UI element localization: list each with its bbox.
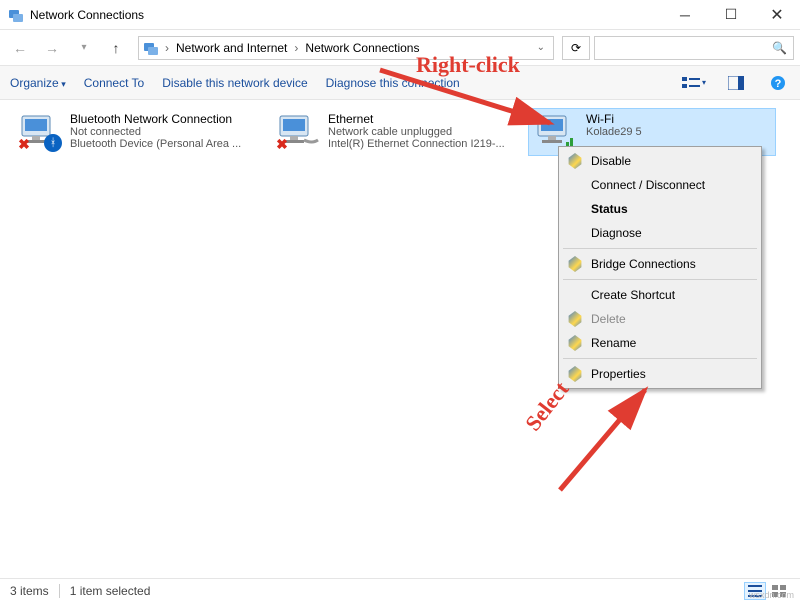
back-button[interactable]: ←: [6, 34, 34, 62]
up-button[interactable]: ↑: [102, 34, 130, 62]
connect-to-button[interactable]: Connect To: [84, 76, 145, 90]
adapter-name: Bluetooth Network Connection: [70, 112, 256, 126]
control-panel-icon: [143, 40, 159, 56]
menu-rename[interactable]: Rename: [561, 331, 759, 355]
breadcrumb-sep: ›: [294, 41, 298, 55]
selection-count: 1 item selected: [70, 584, 151, 598]
error-badge-icon: ✖: [16, 136, 32, 152]
status-divider: [59, 584, 60, 598]
window-controls: ─ ☐ ✕: [662, 0, 800, 29]
menu-create-shortcut[interactable]: Create Shortcut: [561, 283, 759, 307]
menu-separator: [563, 279, 757, 280]
svg-text:?: ?: [775, 78, 782, 90]
bluetooth-badge-icon: ᚼ: [44, 134, 62, 152]
preview-pane-button[interactable]: [724, 71, 748, 95]
minimize-button[interactable]: ─: [662, 0, 708, 29]
search-icon: 🔍: [772, 41, 787, 55]
organize-menu[interactable]: Organize: [10, 76, 66, 90]
menu-bridge-connections[interactable]: Bridge Connections: [561, 252, 759, 276]
address-bar[interactable]: › Network and Internet › Network Connect…: [138, 36, 554, 60]
adapter-device: Intel(R) Ethernet Connection I219-...: [328, 138, 514, 150]
app-icon: [8, 7, 24, 23]
adapter-name: Wi-Fi: [586, 112, 772, 126]
adapter-status: Kolade29 5: [586, 126, 772, 138]
adapter-status: Not connected: [70, 126, 256, 138]
adapter-device: Bluetooth Device (Personal Area ...: [70, 138, 256, 150]
item-count: 3 items: [10, 584, 49, 598]
disable-device-button[interactable]: Disable this network device: [162, 76, 307, 90]
bluetooth-adapter-icon: ✖ ᚼ: [16, 112, 62, 152]
breadcrumb-network-and-internet[interactable]: Network and Internet: [173, 39, 290, 57]
watermark: wsxdn.com: [749, 590, 794, 600]
adapter-status: Network cable unplugged: [328, 126, 514, 138]
command-bar: Organize Connect To Disable this network…: [0, 66, 800, 100]
maximize-button[interactable]: ☐: [708, 0, 754, 29]
navigation-bar: ← → ▾ ↑ › Network and Internet › Network…: [0, 30, 800, 66]
breadcrumb-network-connections[interactable]: Network Connections: [302, 39, 422, 57]
ethernet-adapter-icon: ✖: [274, 112, 320, 152]
menu-delete[interactable]: Delete: [561, 307, 759, 331]
status-bar: 3 items 1 item selected: [0, 578, 800, 602]
help-button[interactable]: ?: [766, 71, 790, 95]
address-dropdown-icon[interactable]: ⌄: [533, 42, 549, 53]
window-title: Network Connections: [30, 8, 662, 22]
adapter-ethernet[interactable]: ✖ Ethernet Network cable unplugged Intel…: [270, 108, 518, 156]
menu-separator: [563, 358, 757, 359]
breadcrumb-sep: ›: [165, 41, 169, 55]
diagnose-connection-button[interactable]: Diagnose this connection: [326, 76, 460, 90]
forward-button[interactable]: →: [38, 34, 66, 62]
recent-locations-button[interactable]: ▾: [70, 34, 98, 62]
adapter-name: Ethernet: [328, 112, 514, 126]
title-bar: Network Connections ─ ☐ ✕: [0, 0, 800, 30]
search-box[interactable]: 🔍: [594, 36, 794, 60]
menu-properties[interactable]: Properties: [561, 362, 759, 386]
menu-diagnose[interactable]: Diagnose: [561, 221, 759, 245]
menu-separator: [563, 248, 757, 249]
adapter-bluetooth[interactable]: ✖ ᚼ Bluetooth Network Connection Not con…: [12, 108, 260, 156]
context-menu: Disable Connect / Disconnect Status Diag…: [558, 146, 762, 389]
refresh-button[interactable]: ⟳: [562, 36, 590, 60]
menu-status[interactable]: Status: [561, 197, 759, 221]
menu-connect-disconnect[interactable]: Connect / Disconnect: [561, 173, 759, 197]
error-badge-icon: ✖: [274, 136, 290, 152]
menu-disable[interactable]: Disable: [561, 149, 759, 173]
close-button[interactable]: ✕: [754, 0, 800, 29]
change-view-button[interactable]: ▾: [682, 71, 706, 95]
